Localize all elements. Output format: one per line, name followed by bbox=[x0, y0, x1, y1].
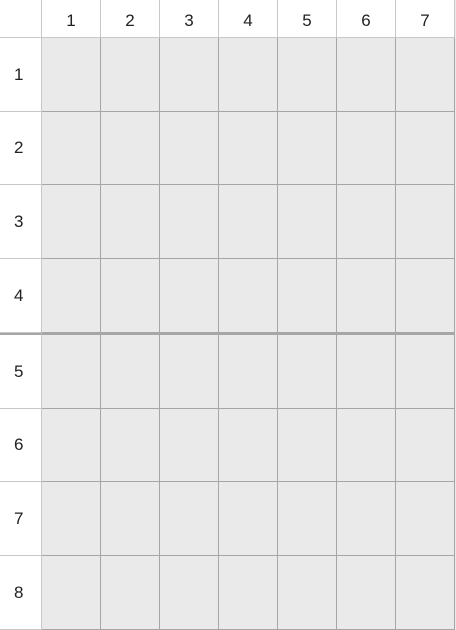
grid-cell-r8-c3[interactable] bbox=[160, 556, 219, 630]
grid-cell-r5-c7[interactable] bbox=[396, 333, 455, 409]
grid-cell-r4-c1[interactable] bbox=[42, 259, 101, 333]
row-header-6: 6 bbox=[0, 409, 42, 482]
grid-cell-r3-c2[interactable] bbox=[101, 185, 160, 259]
grid-cell-r1-c1[interactable] bbox=[42, 38, 101, 112]
grid-cell-r1-c2[interactable] bbox=[101, 38, 160, 112]
grid-cell-r1-c7[interactable] bbox=[396, 38, 455, 112]
grid-cell-r7-c1[interactable] bbox=[42, 482, 101, 556]
grid-cell-r5-c6[interactable] bbox=[337, 333, 396, 409]
grid-cell-r4-c5[interactable] bbox=[278, 259, 337, 333]
grid-cell-r6-c1[interactable] bbox=[42, 409, 101, 482]
grid-cell-r8-c2[interactable] bbox=[101, 556, 160, 630]
grid-cell-r2-c2[interactable] bbox=[101, 112, 160, 185]
row-header-7: 7 bbox=[0, 482, 42, 556]
grid-cell-r7-c6[interactable] bbox=[337, 482, 396, 556]
grid-cell-r1-c5[interactable] bbox=[278, 38, 337, 112]
grid-cell-r1-c3[interactable] bbox=[160, 38, 219, 112]
grid-cell-r4-c3[interactable] bbox=[160, 259, 219, 333]
grid-cell-r7-c4[interactable] bbox=[219, 482, 278, 556]
grid-cell-r3-c5[interactable] bbox=[278, 185, 337, 259]
grid-cell-r4-c6[interactable] bbox=[337, 259, 396, 333]
grid-cell-r8-c7[interactable] bbox=[396, 556, 455, 630]
grid-cell-r2-c1[interactable] bbox=[42, 112, 101, 185]
grid-cell-r3-c7[interactable] bbox=[396, 185, 455, 259]
grid-cell-r4-c7[interactable] bbox=[396, 259, 455, 333]
grid-cell-r5-c4[interactable] bbox=[219, 333, 278, 409]
row-header-4: 4 bbox=[0, 259, 42, 333]
grid-cell-r6-c2[interactable] bbox=[101, 409, 160, 482]
grid-cell-r2-c3[interactable] bbox=[160, 112, 219, 185]
grid-cell-r3-c6[interactable] bbox=[337, 185, 396, 259]
grid-cell-r3-c4[interactable] bbox=[219, 185, 278, 259]
grid-cell-r8-c5[interactable] bbox=[278, 556, 337, 630]
grid-cell-r3-c3[interactable] bbox=[160, 185, 219, 259]
row-header-2: 2 bbox=[0, 112, 42, 185]
grid-cell-r7-c7[interactable] bbox=[396, 482, 455, 556]
grid-cell-r4-c2[interactable] bbox=[101, 259, 160, 333]
grid-cell-r6-c5[interactable] bbox=[278, 409, 337, 482]
grid-cell-r5-c1[interactable] bbox=[42, 333, 101, 409]
grid-cell-r2-c6[interactable] bbox=[337, 112, 396, 185]
grid-cell-r1-c6[interactable] bbox=[337, 38, 396, 112]
grid-cell-r5-c5[interactable] bbox=[278, 333, 337, 409]
grid-cell-r3-c1[interactable] bbox=[42, 185, 101, 259]
row-header-1: 1 bbox=[0, 38, 42, 112]
row-header-8: 8 bbox=[0, 556, 42, 630]
grid-cell-r2-c7[interactable] bbox=[396, 112, 455, 185]
grid-cell-r5-c2[interactable] bbox=[101, 333, 160, 409]
column-header-6: 6 bbox=[337, 0, 396, 38]
column-header-4: 4 bbox=[219, 0, 278, 38]
grid-cell-r8-c6[interactable] bbox=[337, 556, 396, 630]
row-header-3: 3 bbox=[0, 185, 42, 259]
grid-cell-r8-c1[interactable] bbox=[42, 556, 101, 630]
grid-cell-r2-c5[interactable] bbox=[278, 112, 337, 185]
grid-cell-r6-c6[interactable] bbox=[337, 409, 396, 482]
grid-cell-r2-c4[interactable] bbox=[219, 112, 278, 185]
grid-cell-r5-c3[interactable] bbox=[160, 333, 219, 409]
grid-cell-r6-c3[interactable] bbox=[160, 409, 219, 482]
grid-cell-r4-c4[interactable] bbox=[219, 259, 278, 333]
grid-cell-r1-c4[interactable] bbox=[219, 38, 278, 112]
grid-cell-r7-c5[interactable] bbox=[278, 482, 337, 556]
column-header-1: 1 bbox=[42, 0, 101, 38]
grid-board: 123456712345678 bbox=[0, 0, 456, 630]
column-header-2: 2 bbox=[101, 0, 160, 38]
column-header-7: 7 bbox=[396, 0, 455, 38]
grid-cell-r7-c2[interactable] bbox=[101, 482, 160, 556]
row-header-5: 5 bbox=[0, 333, 42, 409]
column-header-5: 5 bbox=[278, 0, 337, 38]
corner-cell bbox=[0, 0, 42, 38]
column-header-3: 3 bbox=[160, 0, 219, 38]
grid-cell-r6-c4[interactable] bbox=[219, 409, 278, 482]
grid-cell-r6-c7[interactable] bbox=[396, 409, 455, 482]
grid-cell-r8-c4[interactable] bbox=[219, 556, 278, 630]
grid-cell-r7-c3[interactable] bbox=[160, 482, 219, 556]
